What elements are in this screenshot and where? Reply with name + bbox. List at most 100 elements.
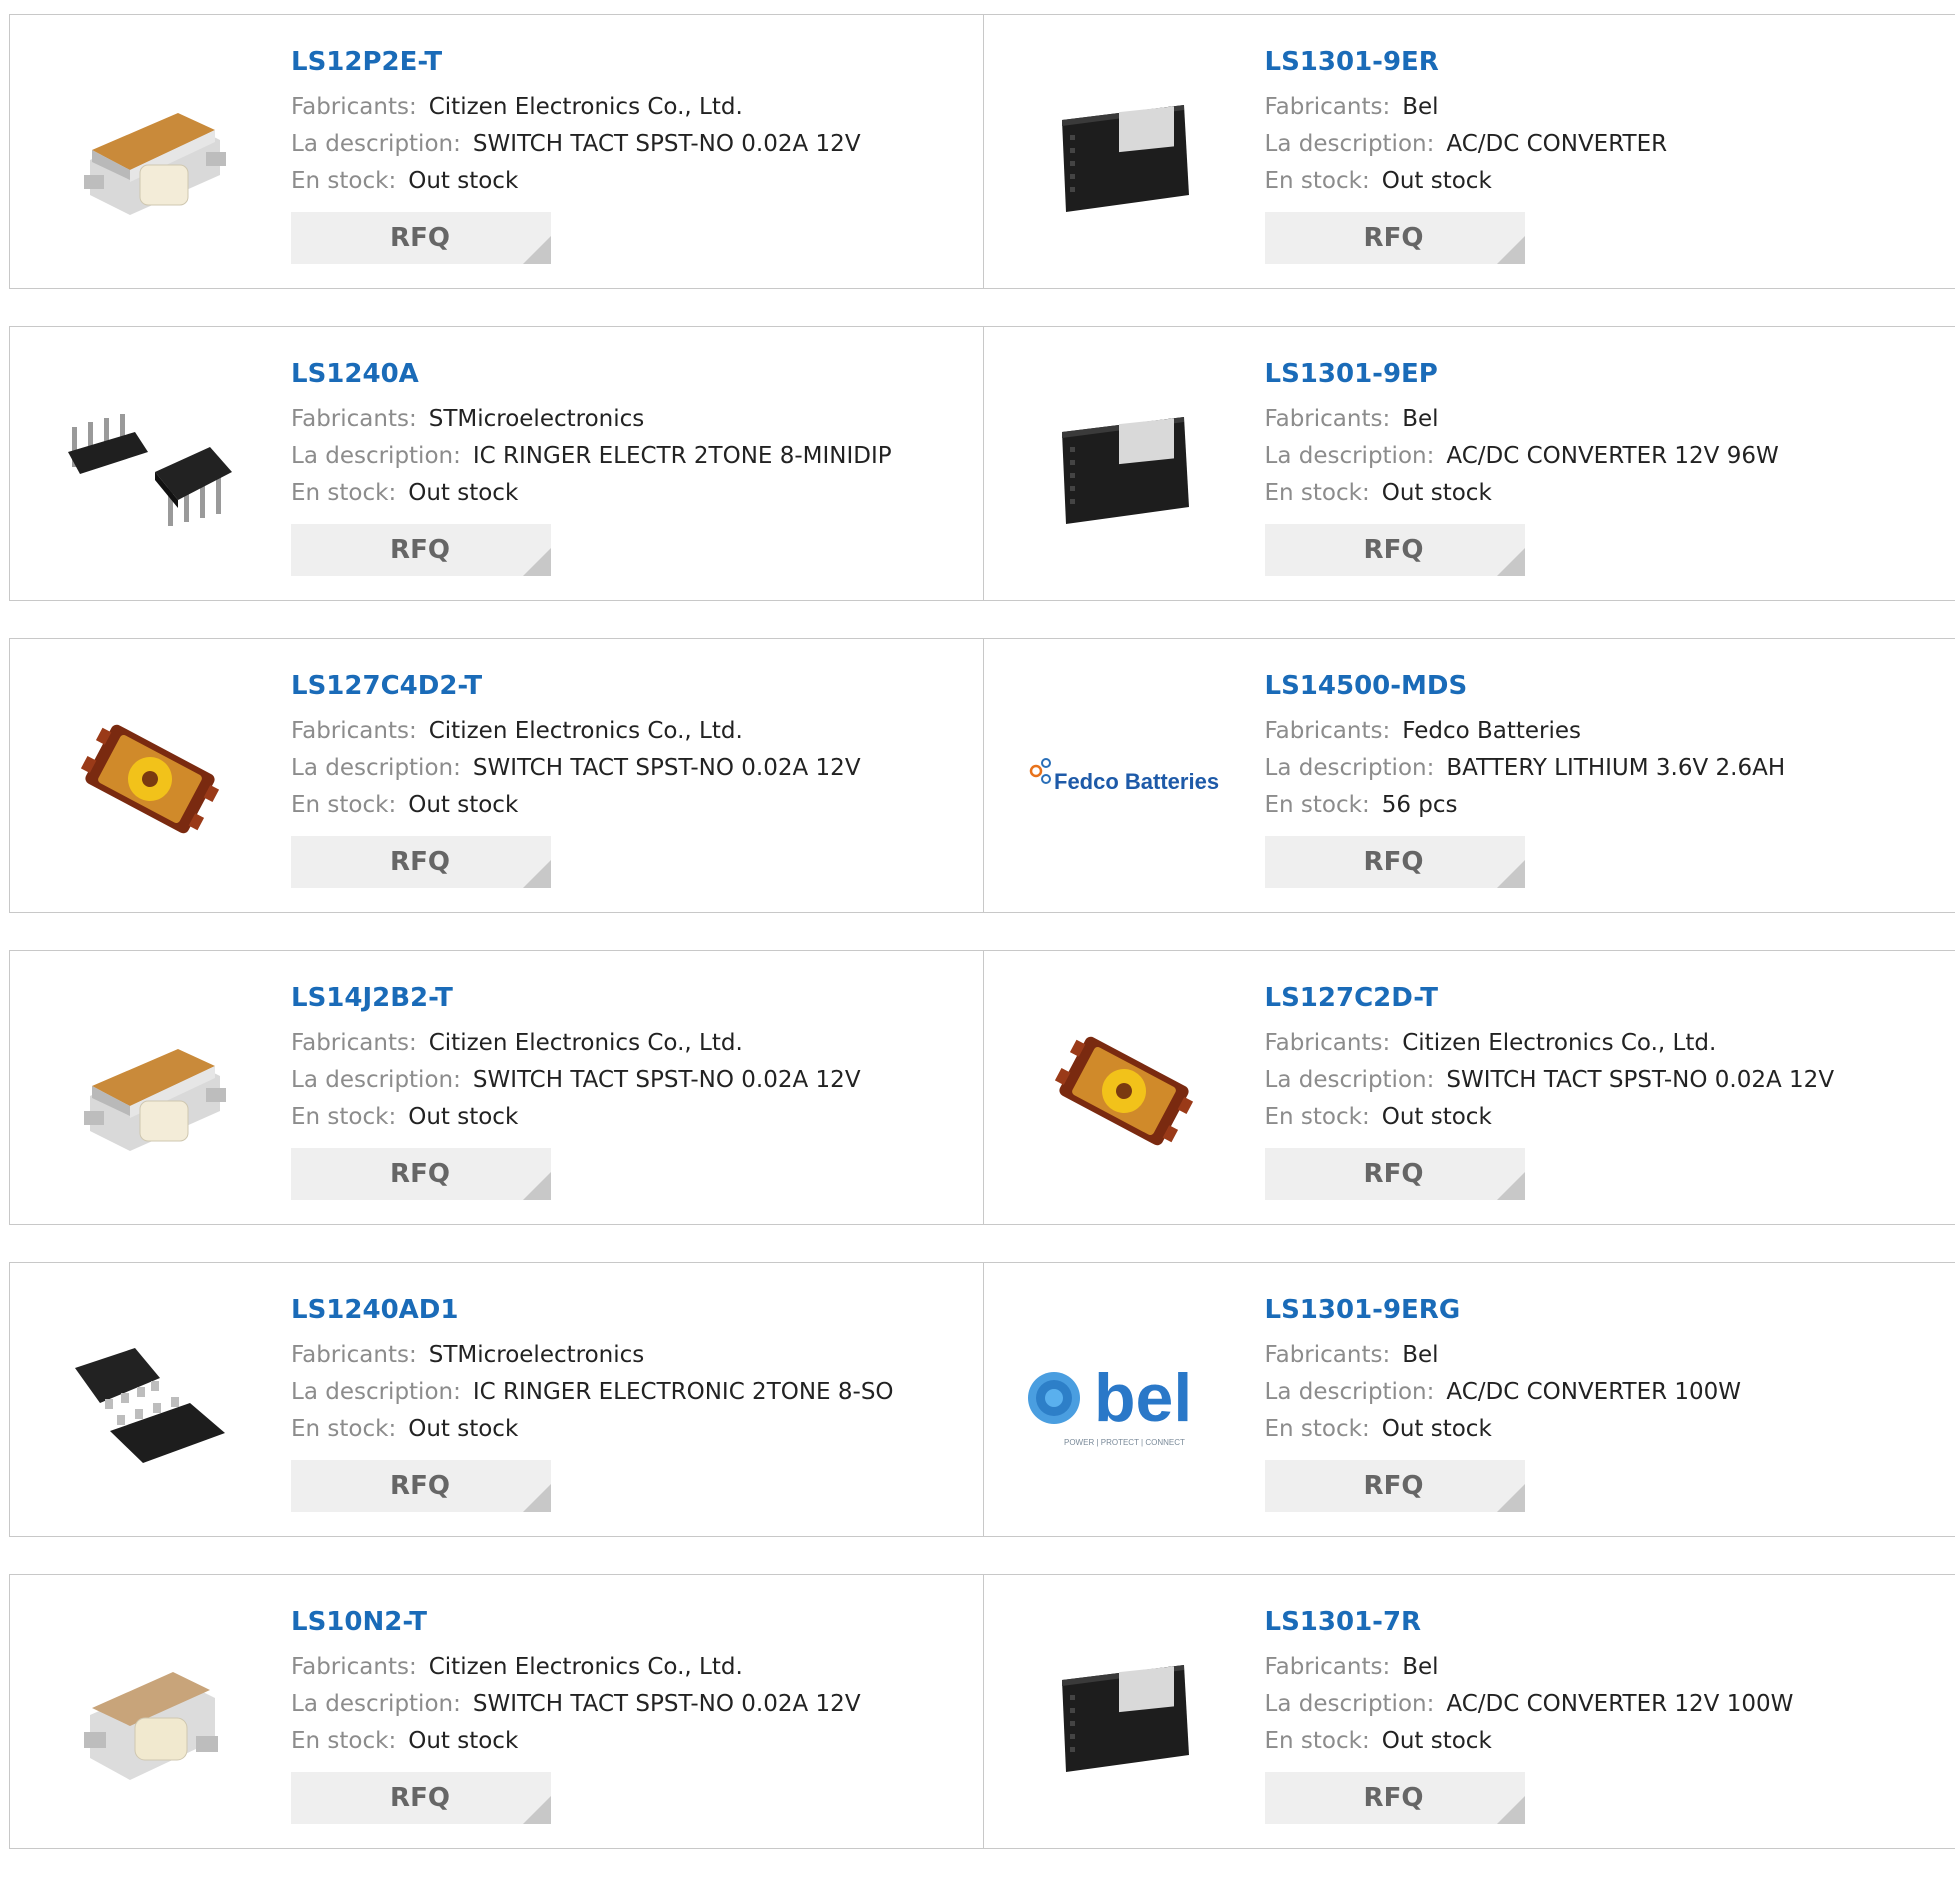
dip-ic-image: [60, 392, 240, 542]
corner-triangle-icon: [1497, 860, 1525, 888]
product-card: LS127C4D2-T Fabricants:Citizen Electroni…: [10, 639, 983, 912]
product-row: LS12P2E-T Fabricants:Citizen Electronics…: [9, 14, 1955, 289]
part-number-link[interactable]: LS1301-9ER: [1265, 45, 1946, 79]
product-row: LS10N2-T Fabricants:Citizen Electronics …: [9, 1574, 1955, 1849]
description-label: La description:: [1265, 755, 1435, 781]
description-value: AC/DC CONVERTER: [1446, 131, 1667, 157]
stock-line: En stock:Out stock: [1265, 1723, 1946, 1760]
part-number-link[interactable]: LS1301-9ERG: [1265, 1293, 1946, 1327]
part-number-link[interactable]: LS127C2D-T: [1265, 981, 1946, 1015]
part-number-link[interactable]: LS1301-7R: [1265, 1605, 1946, 1639]
description-line: La description:IC RINGER ELECTR 2TONE 8-…: [291, 438, 973, 475]
rfq-label: RFQ: [1364, 1783, 1424, 1813]
stock-label: En stock:: [291, 168, 396, 194]
corner-triangle-icon: [523, 1172, 551, 1200]
product-card: Fedco Batteries LS14500-MDS Fabricants:F…: [983, 639, 1955, 912]
corner-triangle-icon: [1497, 548, 1525, 576]
product-image[interactable]: [50, 679, 250, 879]
rfq-button[interactable]: RFQ: [1265, 212, 1525, 264]
manufacturer-value: Bel: [1402, 1654, 1438, 1680]
corner-triangle-icon: [1497, 1796, 1525, 1824]
product-grid: LS12P2E-T Fabricants:Citizen Electronics…: [9, 14, 1955, 1886]
product-image[interactable]: [50, 367, 250, 567]
part-number-link[interactable]: LS1240A: [291, 357, 973, 391]
manufacturer-line: Fabricants:Fedco Batteries: [1265, 713, 1946, 750]
stock-line: En stock:56 pcs: [1265, 787, 1946, 824]
corner-triangle-icon: [523, 860, 551, 888]
description-label: La description:: [1265, 131, 1435, 157]
rfq-button[interactable]: RFQ: [291, 1148, 551, 1200]
manufacturer-label: Fabricants:: [291, 718, 417, 744]
product-image[interactable]: [50, 991, 250, 1191]
rfq-button[interactable]: RFQ: [1265, 836, 1525, 888]
rfq-button[interactable]: RFQ: [1265, 1460, 1525, 1512]
rfq-label: RFQ: [1364, 1159, 1424, 1189]
corner-triangle-icon: [523, 236, 551, 264]
stock-line: En stock: Out stock: [291, 163, 973, 200]
stock-line: En stock:Out stock: [1265, 475, 1946, 512]
rfq-label: RFQ: [390, 1159, 450, 1189]
stock-line: En stock:Out stock: [291, 475, 973, 512]
product-row: LS1240A Fabricants:STMicroelectronics La…: [9, 326, 1955, 601]
stock-value: Out stock: [408, 168, 518, 194]
stock-line: En stock:Out stock: [291, 1723, 973, 1760]
manufacturer-value: Bel: [1402, 94, 1438, 120]
stock-line: En stock:Out stock: [291, 787, 973, 824]
manufacturer-line: Fabricants:Citizen Electronics Co., Ltd.: [291, 1025, 973, 1062]
description-value: SWITCH TACT SPST-NO 0.02A 12V: [473, 755, 861, 781]
product-image[interactable]: [50, 1303, 250, 1503]
description-label: La description:: [1265, 1067, 1435, 1093]
power-converter-image: [1044, 392, 1204, 542]
part-number-link[interactable]: LS12P2E-T: [291, 45, 973, 79]
rfq-button[interactable]: RFQ: [291, 1772, 551, 1824]
part-number-link[interactable]: LS14500-MDS: [1265, 669, 1946, 703]
rfq-button[interactable]: RFQ: [291, 1460, 551, 1512]
rfq-button[interactable]: RFQ: [1265, 1772, 1525, 1824]
manufacturer-label: Fabricants:: [291, 1342, 417, 1368]
part-number-link[interactable]: LS14J2B2-T: [291, 981, 973, 1015]
description-label: La description:: [291, 1379, 461, 1405]
product-image[interactable]: [1024, 1615, 1224, 1815]
stock-value: Out stock: [408, 1416, 518, 1442]
product-image[interactable]: [50, 1615, 250, 1815]
rfq-label: RFQ: [390, 1783, 450, 1813]
part-number-link[interactable]: LS1301-9EP: [1265, 357, 1946, 391]
product-image[interactable]: [1024, 367, 1224, 567]
description-value: BATTERY LITHIUM 3.6V 2.6AH: [1446, 755, 1785, 781]
product-image[interactable]: [50, 55, 250, 255]
stock-label: En stock:: [1265, 168, 1370, 194]
product-image[interactable]: [1024, 55, 1224, 255]
rfq-button[interactable]: RFQ: [1265, 524, 1525, 576]
description-value: SWITCH TACT SPST-NO 0.02A 12V: [473, 1067, 861, 1093]
stock-value: Out stock: [1382, 1104, 1492, 1130]
stock-label: En stock:: [1265, 1728, 1370, 1754]
corner-triangle-icon: [1497, 1172, 1525, 1200]
manufacturer-label: Fabricants:: [1265, 1030, 1391, 1056]
description-line: La description: AC/DC CONVERTER: [1265, 126, 1946, 163]
description-value: AC/DC CONVERTER 100W: [1446, 1379, 1741, 1405]
description-value: IC RINGER ELECTRONIC 2TONE 8-SO: [473, 1379, 894, 1405]
rfq-button[interactable]: RFQ: [291, 836, 551, 888]
part-number-link[interactable]: LS10N2-T: [291, 1605, 973, 1639]
product-image[interactable]: [1024, 991, 1224, 1191]
manufacturer-value: Citizen Electronics Co., Ltd.: [429, 1030, 743, 1056]
description-value: IC RINGER ELECTR 2TONE 8-MINIDIP: [473, 443, 892, 469]
stock-value: Out stock: [408, 1728, 518, 1754]
part-number-link[interactable]: LS1240AD1: [291, 1293, 973, 1327]
rfq-button[interactable]: RFQ: [291, 524, 551, 576]
description-label: La description:: [1265, 1691, 1435, 1717]
manufacturer-line: Fabricants:STMicroelectronics: [291, 401, 973, 438]
product-row: LS1240AD1 Fabricants:STMicroelectronics …: [9, 1262, 1955, 1537]
description-value: AC/DC CONVERTER 12V 100W: [1446, 1691, 1793, 1717]
rfq-button[interactable]: RFQ: [1265, 1148, 1525, 1200]
product-image[interactable]: bel POWER | PROTECT | CONNECT: [1024, 1303, 1224, 1503]
description-value: AC/DC CONVERTER 12V 96W: [1446, 443, 1778, 469]
stock-line: En stock:Out stock: [291, 1099, 973, 1136]
part-number-link[interactable]: LS127C4D2-T: [291, 669, 973, 703]
tact-switch-top-image: [70, 704, 230, 854]
manufacturer-line: Fabricants:Citizen Electronics Co., Ltd.: [291, 713, 973, 750]
corner-triangle-icon: [523, 1484, 551, 1512]
rfq-button[interactable]: RFQ: [291, 212, 551, 264]
product-image[interactable]: Fedco Batteries: [1024, 679, 1224, 879]
stock-label: En stock:: [1265, 1104, 1370, 1130]
